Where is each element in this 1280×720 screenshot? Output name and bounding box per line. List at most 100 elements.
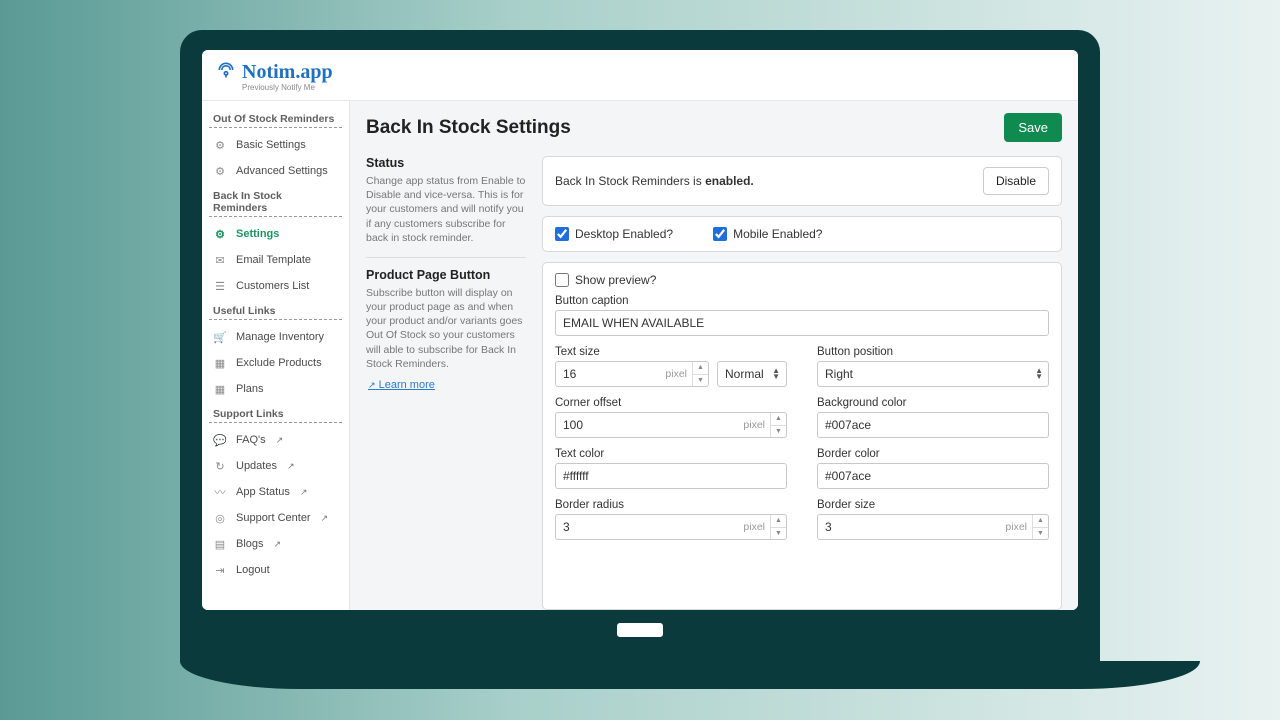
sidebar-item-email-template[interactable]: ✉ Email Template (206, 247, 345, 273)
refresh-icon: ↻ (212, 458, 228, 474)
sidebar-item-customers-list[interactable]: ☰ Customers List (206, 273, 345, 299)
text-weight-select[interactable]: Normal ▲▼ (717, 361, 787, 387)
desktop-checkbox-input[interactable] (555, 227, 569, 241)
sidebar-item-settings[interactable]: ⚙ Settings (206, 221, 345, 247)
gear-icon: ⚙ (212, 226, 228, 242)
sidebar-item-support-center[interactable]: ◎ Support Center ↗ (206, 505, 345, 531)
laptop-frame: Notim.app Previously Notify Me Out Of St… (180, 30, 1100, 690)
mobile-label: Mobile Enabled? (733, 227, 822, 241)
sidebar-item-app-status[interactable]: 〰 App Status ↗ (206, 479, 345, 505)
external-icon: ↗ (276, 435, 284, 446)
status-desc: Change app status from Enable to Disable… (366, 174, 526, 245)
position-value: Right (825, 367, 853, 381)
logo-subtitle: Previously Notify Me (242, 83, 1064, 92)
corner-input[interactable] (555, 412, 787, 438)
sidebar-item-basic-settings[interactable]: ⚙ Basic Settings (206, 132, 345, 158)
external-icon: ↗ (274, 539, 282, 550)
page-header: Back In Stock Settings Save (350, 101, 1078, 148)
border-color-label: Border color (817, 448, 1049, 460)
status-text: Back In Stock Reminders is enabled. (555, 174, 754, 188)
sidebar-item-advanced-settings[interactable]: ⚙ Advanced Settings (206, 158, 345, 184)
sidebar-section-bis: Back In Stock Reminders (209, 188, 342, 217)
border-radius-spinner[interactable]: ▲▼ (770, 515, 786, 539)
border-size-spinner[interactable]: ▲▼ (1032, 515, 1048, 539)
border-size-field: Border size pixel ▲▼ (817, 499, 1049, 540)
disable-button[interactable]: Disable (983, 167, 1049, 195)
status-value: enabled. (705, 174, 754, 188)
button-heading: Product Page Button (366, 268, 526, 282)
sidebar-item-blogs[interactable]: ▤ Blogs ↗ (206, 531, 345, 557)
right-column: Back In Stock Reminders is enabled. Disa… (542, 156, 1062, 610)
text-size-spinner[interactable]: ▲▼ (692, 362, 708, 386)
sidebar-item-manage-inventory[interactable]: 🛒 Manage Inventory (206, 324, 345, 350)
mobile-enabled-checkbox[interactable]: Mobile Enabled? (713, 227, 822, 241)
button-desc: Subscribe button will display on your pr… (366, 286, 526, 371)
text-size-input[interactable] (555, 361, 709, 387)
sidebar-item-label: Email Template (236, 254, 311, 266)
caption-label: Button caption (555, 295, 1049, 307)
gears-icon: ⚙ (212, 163, 228, 179)
laptop-notch (617, 623, 663, 637)
status-block: Status Change app status from Enable to … (366, 156, 526, 245)
bg-input[interactable] (817, 412, 1049, 438)
border-radius-input[interactable] (555, 514, 787, 540)
calendar-icon: ▦ (212, 381, 228, 397)
button-settings-card: Show preview? Button caption Text size (542, 262, 1062, 610)
status-prefix: Back In Stock Reminders is (555, 174, 705, 188)
text-color-field: Text color (555, 448, 787, 489)
show-preview-input[interactable] (555, 273, 569, 287)
laptop-base (180, 661, 1200, 689)
toggle-card: Desktop Enabled? Mobile Enabled? (542, 216, 1062, 252)
app-logo: Notim.app (216, 60, 1064, 85)
position-select[interactable]: Right (817, 361, 1049, 387)
mobile-checkbox-input[interactable] (713, 227, 727, 241)
list-icon: ☰ (212, 278, 228, 294)
screen-bezel: Notim.app Previously Notify Me Out Of St… (180, 30, 1100, 662)
sidebar-item-label: Customers List (236, 280, 309, 292)
sidebar-item-logout[interactable]: ⇥ Logout (206, 557, 345, 583)
sidebar-item-label: Logout (236, 564, 270, 576)
external-icon: ↗ (300, 487, 308, 498)
page-title: Back In Stock Settings (366, 117, 571, 139)
laptop-hinge (202, 610, 1078, 650)
border-color-input[interactable] (817, 463, 1049, 489)
learn-more-label: Learn more (379, 379, 435, 391)
border-radius-field: Border radius pixel ▲▼ (555, 499, 787, 540)
sidebar-item-label: Basic Settings (236, 139, 306, 151)
logo-text: Notim.app (242, 61, 333, 84)
sidebar-item-label: Manage Inventory (236, 331, 324, 343)
text-color-input[interactable] (555, 463, 787, 489)
desktop-label: Desktop Enabled? (575, 227, 673, 241)
document-icon: ▤ (212, 536, 228, 552)
sidebar-item-label: FAQ's (236, 434, 266, 446)
content: Status Change app status from Enable to … (350, 148, 1078, 610)
sidebar-item-label: App Status (236, 486, 290, 498)
sidebar-item-plans[interactable]: ▦ Plans (206, 376, 345, 402)
sidebar-section-useful: Useful Links (209, 303, 342, 320)
desktop-enabled-checkbox[interactable]: Desktop Enabled? (555, 227, 673, 241)
save-button[interactable]: Save (1004, 113, 1062, 142)
corner-offset-field: Corner offset pixel ▲▼ (555, 397, 787, 438)
button-block: Product Page Button Subscribe button wil… (366, 268, 526, 391)
sidebar-item-faqs[interactable]: 💬 FAQ's ↗ (206, 427, 345, 453)
main-area: Back In Stock Settings Save Status Chang… (350, 101, 1078, 610)
gear-icon: ⚙ (212, 137, 228, 153)
status-card: Back In Stock Reminders is enabled. Disa… (542, 156, 1062, 206)
caption-input[interactable] (555, 310, 1049, 336)
text-size-label: Text size (555, 346, 787, 358)
pulse-icon: 〰 (212, 484, 228, 500)
sidebar-item-exclude-products[interactable]: ▦ Exclude Products (206, 350, 345, 376)
text-weight-value: Normal (725, 367, 764, 381)
sidebar-item-label: Support Center (236, 512, 311, 524)
sidebar-item-updates[interactable]: ↻ Updates ↗ (206, 453, 345, 479)
sidebar: Out Of Stock Reminders ⚙ Basic Settings … (202, 101, 350, 610)
box-icon: ▦ (212, 355, 228, 371)
app-screen: Notim.app Previously Notify Me Out Of St… (202, 50, 1078, 610)
border-size-input[interactable] (817, 514, 1049, 540)
show-preview-checkbox[interactable]: Show preview? (555, 273, 1049, 287)
sidebar-item-label: Exclude Products (236, 357, 322, 369)
corner-spinner[interactable]: ▲▼ (770, 413, 786, 437)
show-preview-label: Show preview? (575, 273, 656, 287)
sidebar-item-label: Updates (236, 460, 277, 472)
learn-more-link[interactable]: ↗ Learn more (366, 379, 435, 391)
